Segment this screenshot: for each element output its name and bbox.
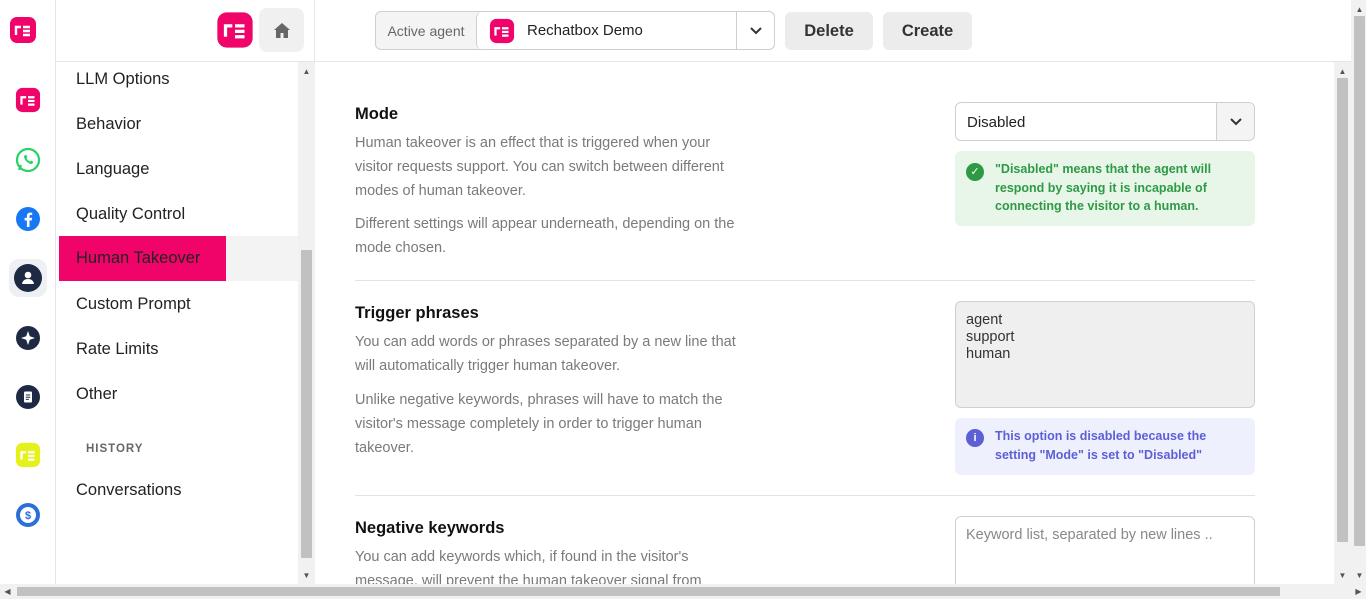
facebook-icon[interactable] [9, 200, 47, 238]
main-scrollbar-thumb[interactable] [1337, 78, 1348, 542]
whatsapp-icon[interactable] [9, 141, 47, 179]
nav-scrollbar[interactable]: ▲ ▼ [298, 62, 315, 584]
scroll-up-icon[interactable]: ▲ [1334, 64, 1351, 78]
nav-item-language[interactable]: Language [59, 147, 298, 192]
svg-text:$: $ [25, 510, 31, 522]
nav-header [56, 0, 315, 62]
trigger-phrase: agent [966, 312, 1003, 328]
scroll-right-icon[interactable]: ▶ [1351, 584, 1366, 599]
trigger-phrases-description-2: Unlike negative keywords, phrases will h… [355, 392, 723, 456]
main-content: Mode Human takeover is an effect that is… [315, 62, 1334, 584]
agent-name: Rechatbox Demo [527, 22, 643, 39]
nav-item-behavior[interactable]: Behavior [59, 102, 298, 147]
page-scrollbar[interactable]: ▲ ▼ [1351, 0, 1366, 584]
app-root: $ LLM Options Behavior Language Quality … [0, 0, 1366, 599]
horizontal-scrollbar-thumb[interactable] [17, 587, 1280, 596]
scroll-up-icon[interactable]: ▲ [1351, 2, 1366, 16]
nav-item-conversations[interactable]: Conversations [59, 468, 298, 513]
sparkle-icon[interactable] [9, 319, 47, 357]
mode-select-value: Disabled [967, 114, 1026, 131]
agent-select[interactable]: Rechatbox Demo [476, 12, 774, 49]
scroll-down-icon[interactable]: ▼ [1334, 568, 1351, 582]
home-button[interactable] [259, 8, 304, 52]
mode-description-2: Different settings will appear underneat… [355, 216, 735, 256]
main-scrollbar[interactable]: ▲ ▼ [1334, 62, 1351, 584]
active-agent-group: Active agent Rechatbox Demo [375, 11, 775, 50]
document-icon[interactable] [9, 378, 47, 416]
scroll-up-icon[interactable]: ▲ [298, 64, 315, 78]
trigger-alert-text: This option is disabled because the sett… [995, 429, 1207, 462]
nav-scrollbar-thumb[interactable] [301, 250, 312, 558]
create-button[interactable]: Create [883, 12, 972, 50]
negative-keywords-title: Negative keywords [355, 519, 505, 537]
nav-item-custom-prompt[interactable]: Custom Prompt [59, 282, 298, 327]
scroll-left-icon[interactable]: ◀ [0, 584, 15, 599]
nav-item-rate-limits[interactable]: Rate Limits [59, 327, 298, 372]
rechatbox-icon[interactable] [9, 81, 47, 119]
nav-item-other[interactable]: Other [59, 372, 298, 417]
nav-item-quality-control[interactable]: Quality Control [59, 192, 298, 237]
page-scrollbar-thumb[interactable] [1354, 16, 1365, 546]
chevron-down-icon[interactable] [1216, 103, 1254, 140]
active-agent-label: Active agent [387, 22, 465, 39]
trigger-phrases-title: Trigger phrases [355, 304, 479, 322]
section-divider [355, 495, 1255, 496]
negative-keywords-placeholder: Keyword list, separated by new lines .. [966, 527, 1213, 543]
top-bar: Active agent Rechatbox Demo Delete Creat… [315, 0, 1351, 62]
chevron-down-icon[interactable] [736, 12, 774, 49]
settings-nav: LLM Options Behavior Language Quality Co… [56, 62, 298, 584]
mode-title: Mode [355, 105, 399, 123]
scroll-down-icon[interactable]: ▼ [298, 568, 315, 582]
icon-rail: $ [0, 0, 56, 584]
negative-keywords-description: You can add keywords which, if found in … [355, 549, 702, 584]
delete-button[interactable]: Delete [785, 12, 873, 50]
info-icon: i [966, 429, 984, 447]
mode-alert-text: "Disabled" means that the agent will res… [995, 162, 1212, 213]
home-icon [273, 22, 290, 38]
section-divider [355, 280, 1255, 281]
negative-keywords-textarea[interactable]: Keyword list, separated by new lines .. [955, 516, 1255, 584]
trigger-phrase: support [966, 329, 1015, 345]
agent-logo-icon [489, 18, 515, 43]
dollar-icon[interactable]: $ [9, 496, 47, 534]
trigger-phrases-textarea[interactable]: agent support human [955, 301, 1255, 408]
user-icon[interactable] [9, 259, 47, 297]
trigger-phrase: human [966, 346, 1011, 362]
mode-description: Human takeover is an effect that is trig… [355, 135, 724, 199]
rechatbox-logo-icon[interactable] [9, 16, 37, 49]
nav-item-llm-options[interactable]: LLM Options [59, 62, 298, 102]
scroll-down-icon[interactable]: ▼ [1351, 568, 1366, 582]
horizontal-scrollbar[interactable]: ◀ ▶ [0, 584, 1366, 599]
check-circle-icon: ✓ [966, 163, 984, 181]
nav-item-human-takeover[interactable]: Human Takeover [59, 236, 226, 281]
mode-select[interactable]: Disabled [955, 102, 1255, 141]
nav-heading-history: HISTORY [86, 443, 144, 455]
trigger-phrases-description: You can add words or phrases separated b… [355, 334, 736, 374]
brand-logo-icon[interactable] [216, 11, 254, 54]
mode-info-alert: ✓ "Disabled" means that the agent will r… [955, 151, 1255, 226]
trigger-disabled-alert: i This option is disabled because the se… [955, 418, 1255, 475]
rechatbox-yellow-icon[interactable] [9, 436, 47, 474]
